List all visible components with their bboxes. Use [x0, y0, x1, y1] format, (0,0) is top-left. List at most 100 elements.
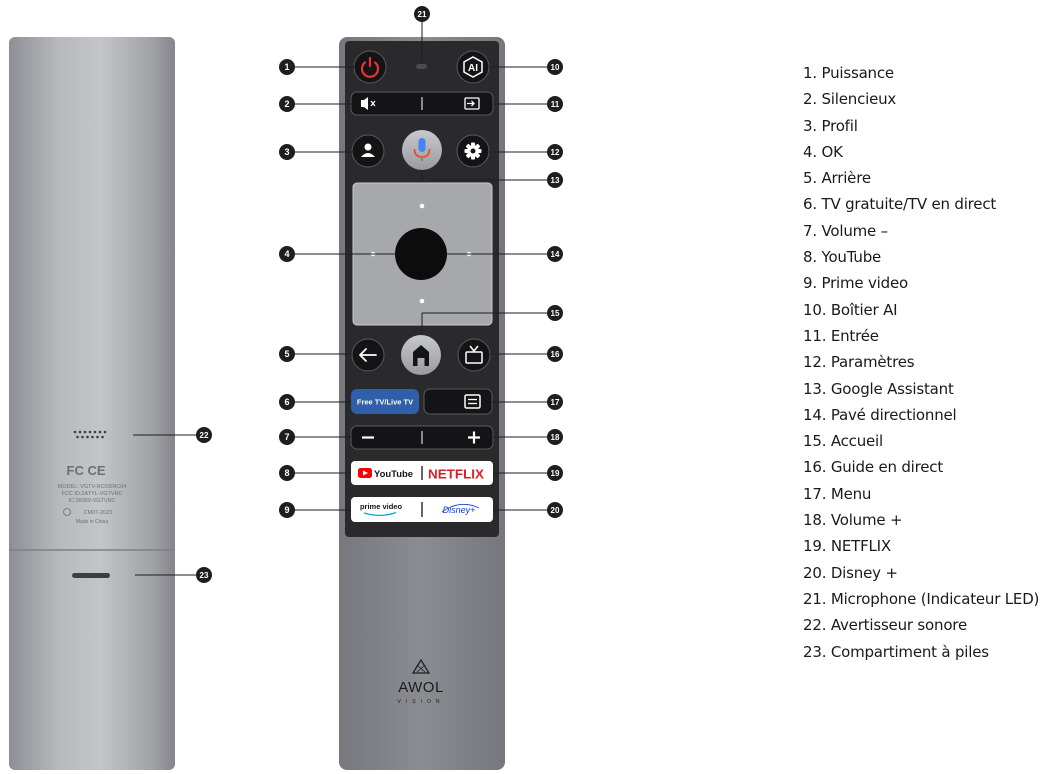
callout-badge-10: 10	[547, 59, 563, 75]
legend-item: 22. Avertisseur sonore	[803, 616, 967, 635]
disney-plus-button[interactable]: Disney+	[441, 503, 480, 515]
live-guide-button[interactable]	[457, 338, 491, 372]
youtube-button[interactable]: YouTube	[358, 468, 413, 479]
youtube-label: YouTube	[374, 469, 413, 479]
legend-item: 8. YouTube	[803, 248, 882, 267]
input-button[interactable]	[427, 95, 489, 112]
mute-input-bar	[350, 91, 494, 116]
callout-badge-6: 6	[279, 394, 295, 410]
callout-badge-15: 15	[547, 305, 563, 321]
legend-item: 17. Menu	[803, 484, 872, 503]
dpad-down[interactable]	[419, 298, 425, 304]
callout-badge-number: 21	[418, 10, 427, 19]
callout-badge-number: 23	[200, 571, 209, 580]
callout-badge-number: 6	[284, 397, 289, 407]
prime-disney-bar: prime video Disney+	[351, 497, 493, 522]
callout-badge-7: 7	[279, 429, 295, 445]
profile-button[interactable]	[351, 134, 385, 168]
legend-item: 3. Profil	[803, 116, 858, 135]
netflix-button[interactable]: NETFLIX	[428, 468, 485, 482]
callout-badge-number: 8	[284, 468, 289, 478]
callout-badge-number: 7	[284, 432, 289, 442]
ok-button[interactable]	[395, 228, 447, 280]
home-button[interactable]	[401, 335, 441, 375]
legend-item: 16. Guide en direct	[803, 458, 944, 477]
origin-line: Made in China	[76, 519, 108, 525]
callout-badge-number: 20	[551, 506, 560, 515]
fcc-id-line: FCC ID:2ATYL-VGTVRC	[61, 491, 122, 497]
dpad-up[interactable]	[419, 203, 425, 209]
free-tv-button[interactable]: Free TV/Live TV	[351, 389, 419, 414]
callout-badge-19: 19	[547, 465, 563, 481]
legend-item: 18. Volume +	[803, 511, 903, 530]
callout-badge-number: 10	[551, 63, 560, 72]
legend-item: 23. Compartiment à piles	[803, 642, 989, 661]
legend-item: 11. Entrée	[803, 326, 879, 345]
legend-item: 4. OK	[803, 142, 843, 161]
callout-badge-number: 2	[284, 99, 289, 109]
callout-badge-12: 12	[547, 144, 563, 160]
callout-badge-2: 2	[279, 96, 295, 112]
callout-badge-number: 3	[284, 147, 289, 157]
callout-badge-14: 14	[547, 246, 563, 262]
legend-item: 5. Arrière	[803, 169, 871, 188]
remote-back: FC CE MODEL: VGTV-RC03/RC04 FCC ID:2ATYL…	[9, 37, 175, 770]
callout-badge-17: 17	[547, 394, 563, 410]
callout-badge-4: 4	[279, 246, 295, 262]
ai-box-button[interactable]: AI	[456, 50, 490, 84]
callout-badge-number: 22	[200, 431, 209, 440]
disney-label: Disney+	[443, 505, 476, 515]
legend-item: 10. Boîtier AI	[803, 300, 898, 319]
legend-item: 7. Volume –	[803, 221, 888, 240]
google-assistant-button[interactable]	[402, 130, 442, 170]
power-button[interactable]	[353, 50, 387, 84]
legend-item: 21. Microphone (Indicateur LED)	[803, 589, 1040, 608]
free-tv-label: Free TV/Live TV	[357, 398, 413, 407]
callout-badge-1: 1	[279, 59, 295, 75]
legend-item: 1. Puissance	[803, 64, 894, 82]
callout-badge-number: 9	[284, 505, 289, 515]
callout-badge-number: 12	[551, 148, 560, 157]
menu-button[interactable]	[423, 388, 493, 415]
battery-cover-slot	[72, 573, 110, 578]
callout-badge-16: 16	[547, 346, 563, 362]
callout-badge-number: 18	[551, 433, 560, 442]
callout-badge-number: 1	[284, 62, 289, 72]
legend-item: 19. NETFLIX	[803, 537, 891, 556]
legend-item: 6. TV gratuite/TV en direct	[803, 195, 997, 214]
callout-badge-number: 15	[551, 309, 560, 318]
brand-sub: VISION	[398, 699, 445, 705]
callout-badge-23: 23	[196, 567, 212, 583]
mute-button[interactable]	[355, 95, 417, 112]
callout-badge-13: 13	[547, 172, 563, 188]
fcc-ce-marks: FC CE	[67, 463, 106, 478]
profile-icon	[364, 143, 372, 151]
netflix-label: NETFLIX	[428, 468, 485, 482]
volume-up-button[interactable]	[427, 429, 489, 446]
callout-badge-11: 11	[547, 96, 563, 112]
mic-led	[416, 64, 427, 69]
back-button[interactable]	[351, 338, 385, 372]
legend-item: 20. Disney +	[803, 563, 898, 582]
legend-item: 14. Pavé directionnel	[803, 405, 957, 424]
callout-badge-3: 3	[279, 144, 295, 160]
settings-button[interactable]	[456, 134, 490, 168]
callout-badge-number: 14	[551, 250, 560, 259]
legend-item: 15. Accueil	[803, 432, 883, 451]
model-line: MODEL: VGTV-RC03/RC04	[58, 484, 127, 490]
callout-badge-number: 17	[551, 398, 560, 407]
callout-badge-number: 4	[284, 249, 289, 259]
legend-item: 12. Paramètres	[803, 353, 915, 372]
callout-badge-5: 5	[279, 346, 295, 362]
callout-badge-number: 16	[551, 350, 560, 359]
prime-video-label: prime video	[360, 502, 403, 511]
callout-badge-22: 22	[196, 427, 212, 443]
callout-badge-number: 5	[284, 349, 289, 359]
callout-badge-8: 8	[279, 465, 295, 481]
youtube-netflix-bar: YouTube NETFLIX	[351, 461, 493, 485]
ic-line: IC:26099-VGTVRC	[68, 498, 115, 504]
callout-badge-20: 20	[547, 502, 563, 518]
legend-item: 13. Google Assistant	[803, 379, 954, 398]
volume-down-button[interactable]	[355, 429, 417, 446]
callout-badge-number: 11	[551, 100, 560, 109]
